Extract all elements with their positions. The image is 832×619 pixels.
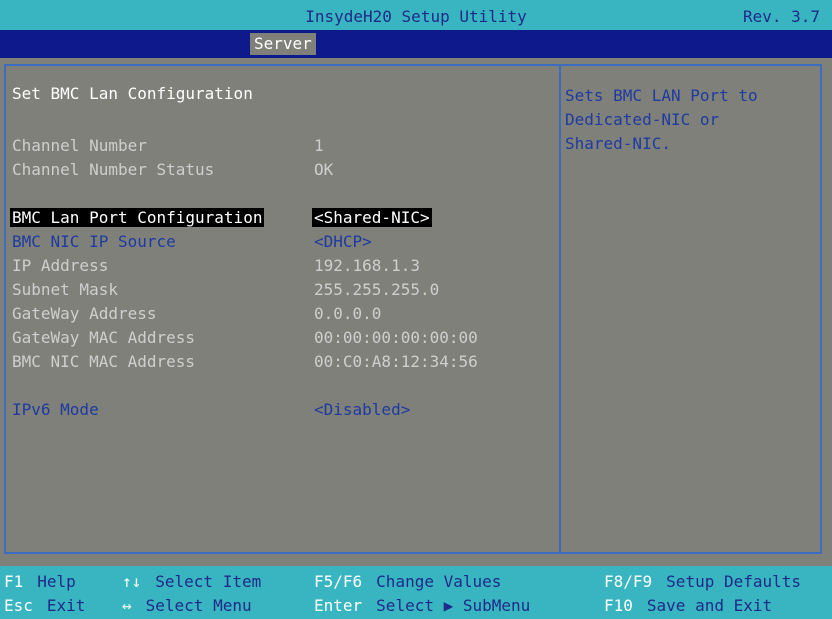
setting-label: Channel Number Status — [12, 160, 215, 179]
setting-gateway-mac-address: GateWay MAC Address 00:00:00:00:00:00 — [12, 326, 552, 350]
main-panel: Set BMC Lan Configuration Channel Number… — [10, 80, 552, 540]
setting-label: Subnet Mask — [12, 280, 118, 299]
key-label: F10 — [604, 596, 633, 615]
key-desc: Exit — [46, 596, 86, 615]
key-label: F8/F9 — [604, 572, 653, 591]
setting-gateway-address: GateWay Address 0.0.0.0 — [12, 302, 552, 326]
footer-hint-select-menu: ↔ Select Menu — [122, 596, 252, 615]
footer-keybar: F1 Help ↑↓ Select Item F5/F6 Change Values … — [0, 566, 832, 619]
setting-label: BMC Lan Port Configuration — [10, 208, 265, 227]
setting-value: 00:C0:A8:12:34:56 — [314, 352, 478, 371]
setting-bmc-nic-ip-source[interactable]: BMC NIC IP Source <DHCP> — [12, 230, 552, 254]
help-text-line: Shared-NIC. — [565, 134, 671, 153]
footer-hint-exit: Esc Exit — [4, 596, 85, 615]
setting-bmc-lan-port-configuration[interactable]: BMC Lan Port Configuration <Shared-NIC> — [10, 206, 552, 230]
help-text-line: Dedicated-NIC or — [565, 110, 720, 129]
setting-value[interactable]: <DHCP> — [314, 232, 372, 251]
key-desc: Setup Defaults — [666, 572, 802, 591]
footer-hint-save-and-exit: F10 Save and Exit — [604, 596, 772, 615]
setting-bmc-nic-mac-address: BMC NIC MAC Address 00:C0:A8:12:34:56 — [12, 350, 552, 374]
setting-label: IPv6 Mode — [12, 400, 99, 419]
setting-value[interactable]: <Disabled> — [314, 400, 410, 419]
footer-hint-change-values: F5/F6 Change Values — [314, 572, 501, 591]
key-label: Esc — [4, 596, 33, 615]
setting-label: IP Address — [12, 256, 109, 275]
title-bar: InsydeH20 Setup Utility Rev. 3.7 — [0, 0, 832, 30]
setting-channel-number: Channel Number 1 — [12, 134, 552, 158]
key-desc: Select ▶ SubMenu — [376, 596, 531, 615]
setting-ipv6-mode[interactable]: IPv6 Mode <Disabled> — [12, 398, 552, 422]
footer-hint-help: F1 Help — [4, 572, 76, 591]
setting-value: 1 — [314, 136, 324, 155]
setting-channel-number-status: Channel Number Status OK — [12, 158, 552, 182]
setting-value[interactable]: <Shared-NIC> — [312, 208, 432, 227]
setting-value: 255.255.255.0 — [314, 280, 440, 299]
setting-label: BMC NIC MAC Address — [12, 352, 196, 371]
key-desc: Select Menu — [145, 596, 252, 615]
footer-hint-select-item: ↑↓ Select Item — [122, 572, 261, 591]
key-label: F5/F6 — [314, 572, 363, 591]
setting-label: BMC NIC IP Source — [12, 232, 176, 251]
menu-bar: Server — [0, 30, 832, 58]
tab-server[interactable]: Server — [250, 33, 316, 55]
key-label: ↔ — [122, 596, 132, 615]
setting-value: OK — [314, 160, 334, 179]
setting-value: 0.0.0.0 — [314, 304, 382, 323]
setting-label: GateWay Address — [12, 304, 157, 323]
setting-value: 00:00:00:00:00:00 — [314, 328, 478, 347]
help-panel: Sets BMC LAN Port to Dedicated-NIC or Sh… — [565, 84, 810, 156]
setting-subnet-mask: Subnet Mask 255.255.255.0 — [12, 278, 552, 302]
key-label: ↑↓ — [122, 572, 142, 591]
key-desc: Select Item — [155, 572, 262, 591]
footer-hint-select-submenu: Enter Select ▶ SubMenu — [314, 596, 530, 615]
setting-ip-address: IP Address 192.168.1.3 — [12, 254, 552, 278]
setting-label: GateWay MAC Address — [12, 328, 196, 347]
app-title: InsydeH20 Setup Utility — [305, 7, 527, 26]
help-text-line: Sets BMC LAN Port to — [565, 86, 758, 105]
key-label: F1 — [4, 572, 24, 591]
footer-hint-setup-defaults: F8/F9 Setup Defaults — [604, 572, 801, 591]
key-desc: Change Values — [376, 572, 502, 591]
key-desc: Help — [37, 572, 76, 591]
revision-label: Rev. 3.7 — [742, 7, 820, 26]
frame-divider — [559, 64, 561, 554]
setting-value: 192.168.1.3 — [314, 256, 420, 275]
section-title: Set BMC Lan Configuration — [12, 84, 253, 103]
key-label: Enter — [314, 596, 363, 615]
setting-label: Channel Number — [12, 136, 147, 155]
key-desc: Save and Exit — [646, 596, 773, 615]
